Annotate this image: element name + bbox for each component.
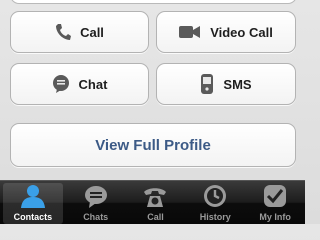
phone-icon (55, 23, 72, 41)
video-call-label: Video Call (210, 24, 273, 40)
person-icon (20, 184, 46, 210)
rotary-phone-icon (142, 186, 168, 210)
view-full-profile-label: View Full Profile (95, 136, 211, 154)
view-full-profile-button[interactable]: View Full Profile (10, 123, 296, 167)
checkmark-shield-icon (263, 184, 287, 210)
tab-bar: Contacts Chats Call History My Info (0, 180, 305, 224)
chat-label: Chat (78, 76, 108, 92)
tab-chats-label: Chats (83, 212, 109, 222)
call-label: Call (80, 24, 104, 40)
chat-bubble-icon (52, 75, 70, 93)
sms-button[interactable]: SMS (156, 63, 296, 105)
tab-my-info-label: My Info (259, 212, 291, 222)
sms-label: SMS (223, 76, 252, 92)
tab-contacts[interactable]: Contacts (3, 183, 63, 224)
call-button[interactable]: Call (10, 11, 149, 53)
tab-contacts-label: Contacts (13, 212, 53, 222)
clock-icon (203, 184, 227, 210)
chat-button[interactable]: Chat (10, 63, 149, 105)
tab-call-label: Call (147, 212, 164, 222)
tab-chats[interactable]: Chats (66, 181, 126, 224)
speech-bubble-icon (84, 186, 108, 210)
video-call-button[interactable]: Video Call (156, 11, 296, 53)
mobile-phone-icon (200, 74, 214, 94)
video-camera-icon (179, 25, 201, 39)
tab-my-info[interactable]: My Info (245, 181, 305, 224)
tab-call[interactable]: Call (126, 181, 186, 224)
tab-history-label: History (199, 212, 231, 222)
previous-card-edge (10, 0, 297, 4)
tab-history[interactable]: History (185, 181, 245, 224)
